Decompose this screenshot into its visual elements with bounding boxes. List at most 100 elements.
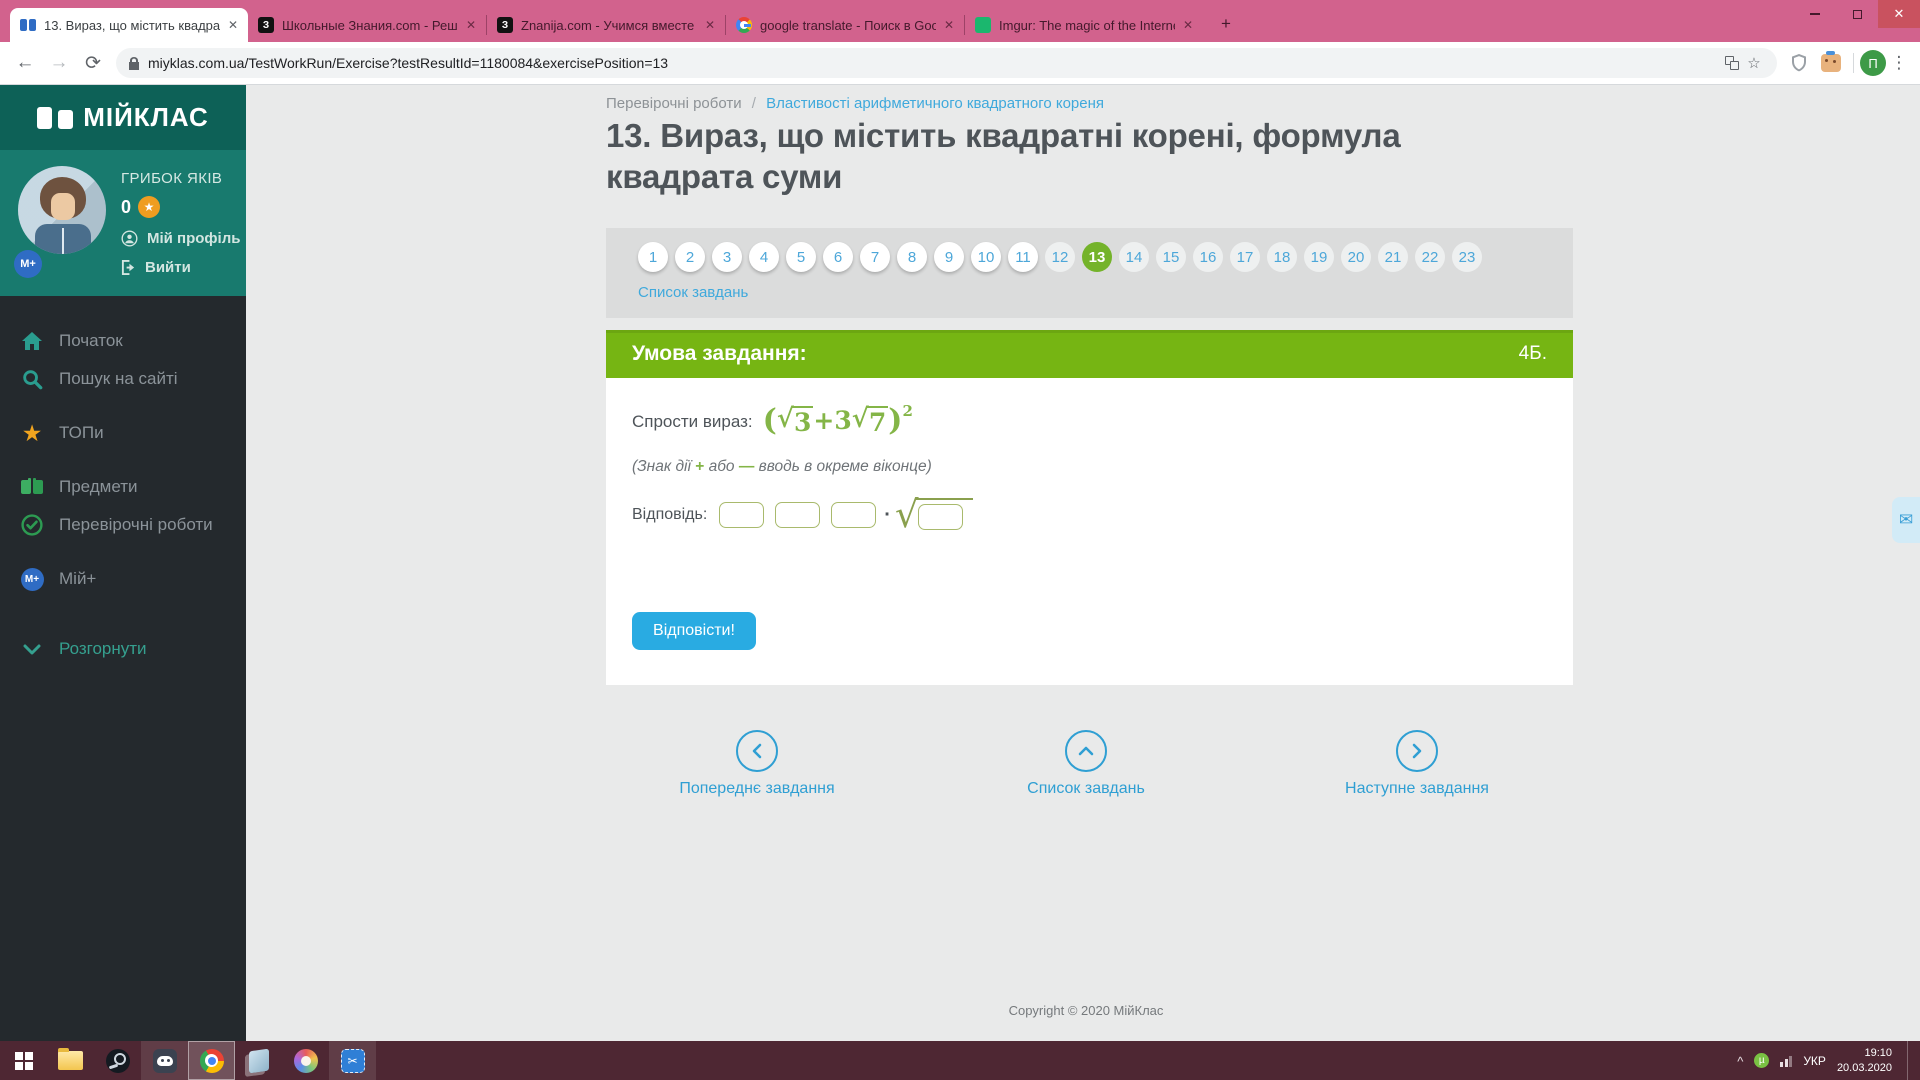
reload-button[interactable]: ⟳ [76, 46, 110, 80]
question-number-2[interactable]: 2 [675, 242, 705, 272]
main-content: Перевірочні роботи / Властивості арифмет… [246, 85, 1920, 1041]
forward-button[interactable]: → [42, 46, 76, 80]
question-number-19[interactable]: 19 [1304, 242, 1334, 272]
next-task-nav[interactable]: Наступне завдання [1287, 730, 1547, 798]
tab-close-icon[interactable]: ✕ [705, 18, 715, 32]
question-number-7[interactable]: 7 [860, 242, 890, 272]
sidebar-item-tests[interactable]: Перевірочні роботи [20, 506, 246, 544]
question-number-23[interactable]: 23 [1452, 242, 1482, 272]
search-icon [20, 369, 44, 390]
question-number-15[interactable]: 15 [1156, 242, 1186, 272]
sidebar-item-search[interactable]: Пошук на сайті [20, 360, 246, 398]
restore-button[interactable] [1836, 0, 1878, 28]
taskbar-discord[interactable] [141, 1041, 188, 1080]
question-number-20[interactable]: 20 [1341, 242, 1371, 272]
sidebar-item-subjects[interactable]: Предмети [20, 468, 246, 506]
question-number-10[interactable]: 10 [971, 242, 1001, 272]
sidebar-item-home[interactable]: Початок [20, 322, 246, 360]
previous-task-link[interactable]: Попереднє завдання [627, 780, 887, 798]
task-points-badge: 4Б. [1518, 343, 1547, 364]
taskbar-file-explorer[interactable] [47, 1041, 94, 1080]
chevron-left-circle-icon[interactable] [736, 730, 778, 772]
bookmark-star-icon[interactable]: ☆ [1743, 52, 1765, 74]
tab-close-icon[interactable]: ✕ [466, 18, 476, 32]
task-header-label: Умова завдання: [632, 342, 807, 365]
question-number-16[interactable]: 16 [1193, 242, 1223, 272]
site-logo[interactable]: МІЙКЛАС [0, 85, 246, 150]
chevron-right-circle-icon[interactable] [1396, 730, 1438, 772]
sidebar-item-expand[interactable]: Розгорнути [20, 630, 246, 668]
chevron-up-circle-icon[interactable] [1065, 730, 1107, 772]
sidebar-menu: Початок Пошук на сайті ★ ТОПи Предмети П… [0, 296, 246, 668]
question-number-11[interactable]: 11 [1008, 242, 1038, 272]
logout-link[interactable]: Вийти [121, 259, 240, 276]
tray-expand-icon[interactable]: ^ [1737, 1054, 1743, 1069]
taskbar-clock[interactable]: 19:10 20.03.2020 [1837, 1046, 1892, 1076]
tab-znanija[interactable]: З Znanija.com - Учимся вместе ✕ [487, 8, 725, 42]
utorrent-tray-icon[interactable]: µ [1754, 1053, 1770, 1068]
tab-close-icon[interactable]: ✕ [1183, 18, 1193, 32]
question-number-3[interactable]: 3 [712, 242, 742, 272]
question-number-8[interactable]: 8 [897, 242, 927, 272]
profile-avatar[interactable]: П [1860, 50, 1886, 76]
tab-title: Imgur: The magic of the Internet [999, 17, 1175, 33]
language-indicator[interactable]: УКР [1803, 1054, 1826, 1068]
question-number-21[interactable]: 21 [1378, 242, 1408, 272]
address-bar[interactable]: miyklas.com.ua/TestWorkRun/Exercise?test… [116, 48, 1777, 78]
question-number-6[interactable]: 6 [823, 242, 853, 272]
question-number-12[interactable]: 12 [1045, 242, 1075, 272]
taskbar-snipping-tool[interactable]: ✂ [329, 1041, 376, 1080]
taskbar-steam[interactable] [94, 1041, 141, 1080]
close-window-button[interactable]: ✕ [1878, 0, 1920, 28]
question-number-22[interactable]: 22 [1415, 242, 1445, 272]
network-signal-icon[interactable] [1780, 1055, 1793, 1067]
taskbar-chrome[interactable] [188, 1041, 235, 1080]
tab-google-translate[interactable]: google translate - Поиск в Goog ✕ [726, 8, 964, 42]
tab-close-icon[interactable]: ✕ [228, 18, 238, 32]
task-list-nav[interactable]: Список завдань [956, 730, 1216, 798]
next-task-link[interactable]: Наступне завдання [1287, 780, 1547, 798]
url-text[interactable]: miyklas.com.ua/TestWorkRun/Exercise?test… [148, 55, 1721, 71]
answer-input-sign[interactable] [719, 502, 765, 528]
sidebar-item-miy-plus[interactable]: М+ Мій+ [20, 560, 246, 598]
question-number-17[interactable]: 17 [1230, 242, 1260, 272]
answer-input-2[interactable] [831, 502, 877, 528]
question-number-14[interactable]: 14 [1119, 242, 1149, 272]
taskbar-paint[interactable] [282, 1041, 329, 1080]
question-number-18[interactable]: 18 [1267, 242, 1297, 272]
translate-icon[interactable] [1721, 52, 1743, 74]
submit-answer-button[interactable]: Відповісти! [632, 612, 756, 650]
sidebar-item-label: Предмети [59, 477, 138, 496]
user-avatar[interactable] [18, 166, 106, 254]
question-number-13[interactable]: 13 [1082, 242, 1112, 272]
answer-input-1[interactable] [775, 502, 821, 528]
fox-extension-icon[interactable] [1818, 50, 1844, 76]
answer-input-radicand[interactable] [917, 504, 963, 530]
tab-close-icon[interactable]: ✕ [944, 18, 954, 32]
breadcrumb-parent[interactable]: Перевірочні роботи [606, 95, 742, 112]
question-number-4[interactable]: 4 [749, 242, 779, 272]
question-number-9[interactable]: 9 [934, 242, 964, 272]
question-list-link[interactable]: Список завдань [638, 284, 748, 301]
my-profile-link[interactable]: Мій профіль [121, 230, 240, 247]
shield-extension-icon[interactable] [1786, 50, 1812, 76]
breadcrumb-current-link[interactable]: Властивості арифметичного квадратного ко… [766, 95, 1104, 112]
taskbar-viewer[interactable] [235, 1041, 282, 1080]
tab-title: google translate - Поиск в Goog [760, 17, 936, 33]
previous-task-nav[interactable]: Попереднє завдання [627, 730, 887, 798]
question-number-1[interactable]: 1 [638, 242, 668, 272]
tab-znania[interactable]: З Школьные Знания.com - Решае ✕ [248, 8, 486, 42]
minimize-button[interactable] [1794, 0, 1836, 28]
new-tab-button[interactable]: + [1213, 11, 1239, 37]
feedback-mail-tab[interactable]: ✉ [1892, 497, 1920, 543]
sidebar-item-tops[interactable]: ★ ТОПи [20, 414, 246, 452]
sidebar-item-label: ТОПи [59, 423, 104, 442]
show-desktop-strip[interactable] [1907, 1041, 1912, 1080]
tab-miyklas[interactable]: 13. Вираз, що містить квадратні ✕ [10, 8, 248, 42]
tab-imgur[interactable]: Imgur: The magic of the Internet ✕ [965, 8, 1203, 42]
question-number-5[interactable]: 5 [786, 242, 816, 272]
browser-menu-icon[interactable]: ⋮ [1886, 53, 1912, 73]
back-button[interactable]: ← [8, 46, 42, 80]
start-button[interactable] [0, 1041, 47, 1080]
task-list-link[interactable]: Список завдань [956, 780, 1216, 798]
